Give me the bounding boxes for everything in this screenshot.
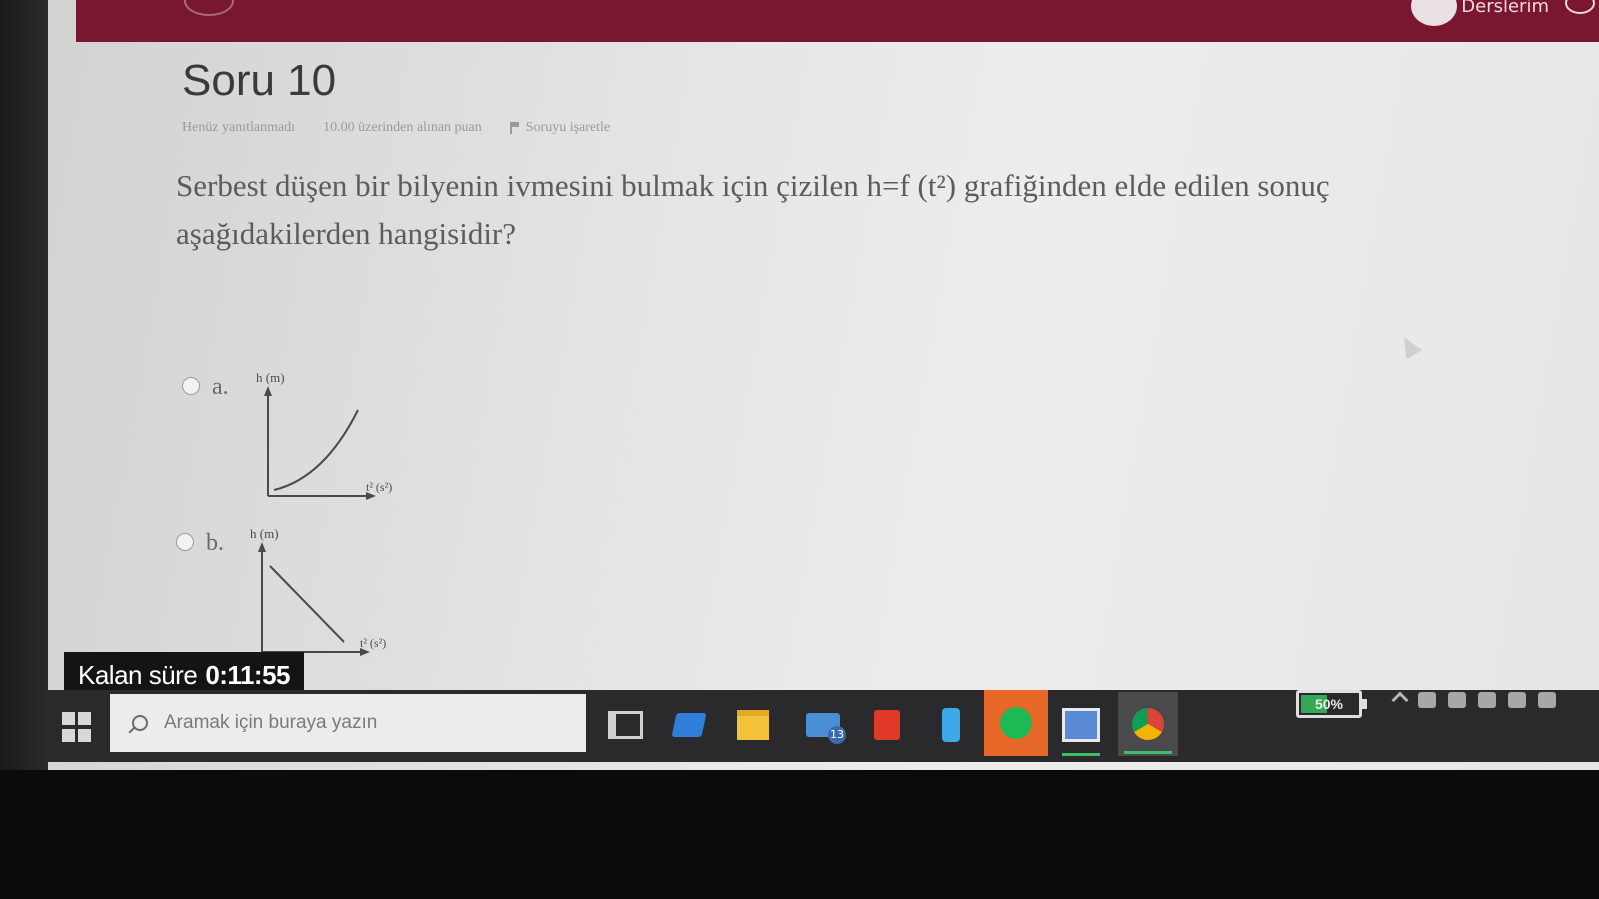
option-b-graph-svg [258,542,370,656]
spotify-icon[interactable] [984,690,1048,756]
file-explorer-icon[interactable] [728,700,778,750]
answer-option-b[interactable]: b. h (m) t² (s²) [176,526,428,666]
mail-badge: 13 [828,726,846,744]
y-axis-label: h (m) [250,526,279,541]
search-icon [132,715,148,731]
windows-start-icon[interactable] [62,712,92,742]
page-title: Soru 10 [182,56,337,105]
option-b-graph: h (m) t² (s²) [248,526,428,666]
nav-my-courses[interactable]: Derslerim [1461,0,1549,17]
option-a-graph: h (m) t² (s²) [254,370,434,510]
university-logo[interactable] [184,0,234,16]
x-axis-label: t² (s²) [366,480,393,494]
chrome-icon[interactable] [1118,692,1178,756]
taskbar-search-input[interactable]: Aramak için buraya yazın [110,694,586,752]
curve-increasing [273,409,359,491]
option-a-graph-svg [264,386,376,500]
radio-option-a[interactable] [182,377,200,395]
site-header: Derslerim [76,0,1599,42]
search-placeholder: Aramak için buraya yazın [164,712,378,733]
battery-indicator[interactable]: 50% [1296,690,1367,718]
flag-icon [509,122,520,134]
system-tray [1391,691,1556,709]
message-icon[interactable] [1565,0,1595,14]
network-icon[interactable] [1418,692,1436,708]
office-icon[interactable] [862,700,912,750]
desk-background [0,770,1599,899]
browser-page: Derslerim Soru 10 Henüz yanıtlanmadı 10.… [48,0,1599,770]
flag-question-label: Soruyu işaretle [525,120,611,135]
battery-percent: 50% [1314,696,1344,712]
question-info: Henüz yanıtlanmadı 10.00 üzerinden alına… [182,120,610,136]
x-axis-label: t² (s²) [360,636,387,650]
answer-option-a[interactable]: a. h (m) t² (s²) [182,370,434,510]
photos-icon[interactable] [1056,700,1106,756]
taskbar: Aramak için buraya yazın 13 50% [48,690,1599,762]
mouse-cursor [1396,332,1422,360]
question-points: 10.00 üzerinden alınan puan [323,120,482,135]
option-letter: b. [206,530,224,556]
onedrive-icon[interactable] [1448,692,1466,708]
task-view-icon[interactable] [600,700,650,750]
teamviewer-icon[interactable] [664,700,714,750]
curve-decreasing [269,565,345,643]
mail-icon[interactable]: 13 [798,700,848,750]
y-axis-label: h (m) [256,370,285,385]
wifi-icon[interactable] [1508,692,1526,708]
avatar[interactable] [1411,0,1457,26]
chevron-up-icon[interactable] [1391,691,1409,709]
flag-question-link[interactable]: Soruyu işaretle [509,120,611,136]
volume-icon[interactable] [1538,692,1556,708]
question-status: Henüz yanıtlanmadı [182,120,296,135]
question-text: Serbest düşen bir bilyenin ivmesini bulm… [176,168,1330,251]
option-letter: a. [212,374,229,400]
radio-option-b[interactable] [176,533,194,551]
phone-icon[interactable] [926,700,976,750]
monitor-bezel [0,0,48,770]
display-icon[interactable] [1478,692,1496,708]
